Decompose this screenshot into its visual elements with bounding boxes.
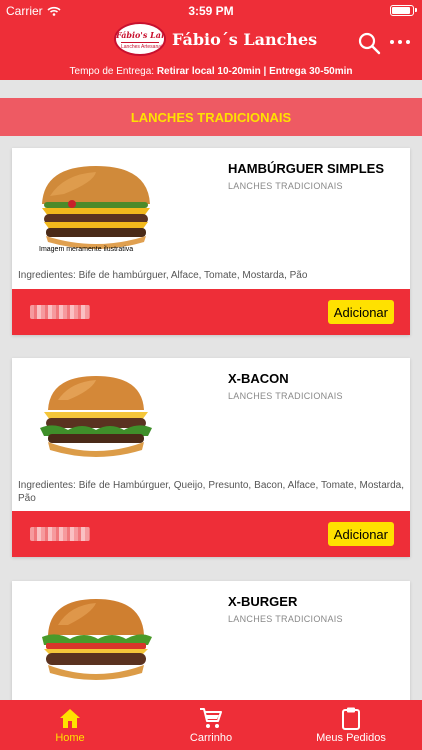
brand-logo: Fábio's Lanches Lanches Artesanais (114, 22, 166, 56)
product-card[interactable]: X-BACON LANCHES TRADICIONAIS Ingrediente… (12, 358, 410, 557)
tab-my-orders[interactable]: Meus Pedidos (301, 700, 401, 750)
product-image (42, 599, 152, 680)
home-icon (60, 709, 80, 728)
product-category: LANCHES TRADICIONAIS (228, 614, 343, 624)
product-name: X-BACON (228, 371, 289, 386)
cart-icon (200, 708, 222, 728)
bottom-tab-bar: Home Carrinho Meus Pedidos (0, 700, 422, 750)
product-footer: Adicionar (12, 289, 410, 335)
clipboard-icon (342, 707, 360, 730)
product-category: LANCHES TRADICIONAIS (228, 391, 343, 401)
logo-subtext: Lanches Artesanais (121, 42, 165, 50)
category-title: LANCHES TRADICIONAIS (130, 109, 292, 125)
app-header: Carrier 3:59 PM Fábio's Lanches Lanches … (0, 0, 422, 80)
product-ingredients: Ingredientes: Bife de Hambúrguer, Queijo… (18, 480, 404, 504)
category-header: LANCHES TRADICIONAIS (0, 98, 422, 136)
tab-label: Carrinho (189, 732, 233, 744)
more-options-icon[interactable] (390, 40, 410, 44)
product-category: LANCHES TRADICIONAIS (228, 181, 343, 191)
brand-name: Fábio´s Lanches (172, 30, 318, 49)
product-price-blurred (30, 527, 90, 541)
battery-icon (390, 5, 417, 16)
add-to-cart-button[interactable]: Adicionar (327, 300, 394, 324)
tab-label: Home (55, 732, 85, 744)
product-image (40, 376, 152, 457)
tab-cart[interactable]: Carrinho (161, 700, 261, 750)
delivery-time-info: Tempo de Entrega: Retirar local 10-20min… (0, 66, 422, 77)
logo-text: Fábio's Lanches (116, 30, 166, 40)
delivery-label: Tempo de Entrega: (69, 66, 157, 77)
product-card[interactable]: Imagem meramente ilustrativa HAMBÚRGUER … (12, 148, 410, 335)
add-to-cart-button[interactable]: Adicionar (327, 522, 394, 546)
product-price-blurred (30, 305, 90, 319)
status-bar: Carrier 3:59 PM (0, 0, 422, 22)
product-footer: Adicionar (12, 511, 410, 557)
product-name: X-BURGER (228, 594, 298, 609)
tab-label: Meus Pedidos (316, 732, 386, 744)
product-card[interactable]: X-BURGER LANCHES TRADICIONAIS (12, 581, 410, 711)
image-caption: Imagem meramente ilustrativa (39, 246, 134, 253)
delivery-value: Retirar local 10-20min | Entrega 30-50mi… (156, 66, 353, 77)
search-icon[interactable] (357, 31, 381, 55)
product-name: HAMBÚRGUER SIMPLES (228, 161, 385, 176)
product-image (42, 166, 150, 249)
status-time: 3:59 PM (188, 4, 234, 18)
product-ingredients: Ingredientes: Bife de hambúrguer, Alface… (18, 270, 308, 281)
tab-home[interactable]: Home (20, 700, 120, 750)
